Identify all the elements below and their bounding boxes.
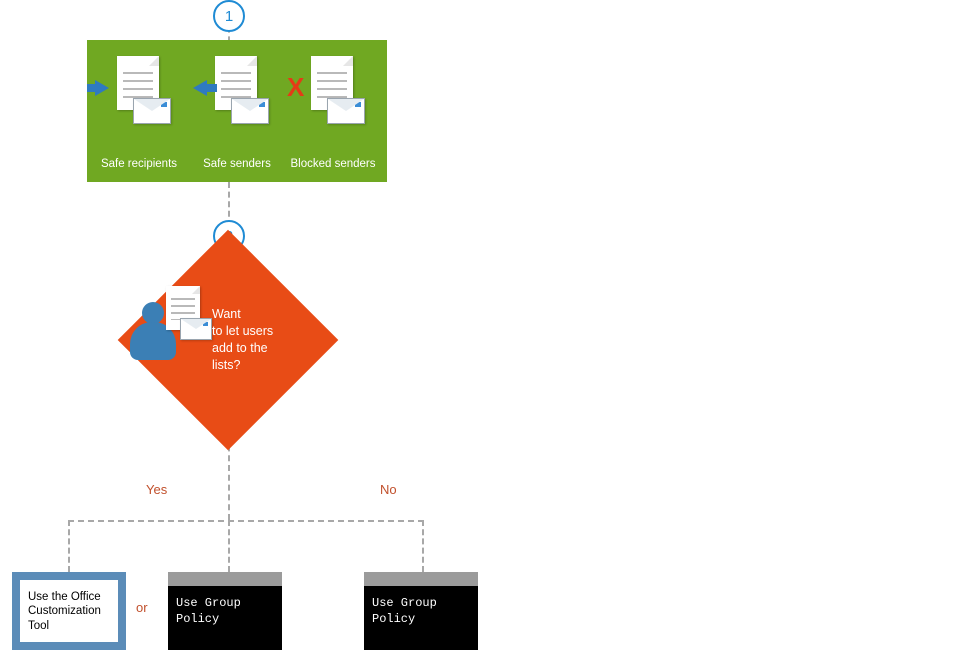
group-policy-node-right: Use Group Policy [364, 572, 478, 650]
step-number: 1 [225, 8, 233, 25]
safe-recipients-label: Safe recipients [91, 158, 187, 170]
group-policy-text: Use Group Policy [168, 586, 282, 650]
blocked-senders-icon: X [285, 50, 379, 146]
connector [422, 520, 424, 572]
or-label: or [136, 600, 148, 615]
lists-panel: Safe recipients Safe senders X Blocked s… [87, 40, 387, 182]
oct-node-text: Use the Office Customization Tool [20, 580, 118, 642]
connector [68, 520, 70, 572]
safe-senders-icon [189, 50, 283, 146]
group-policy-text: Use Group Policy [364, 586, 478, 650]
step-badge-1: 1 [213, 0, 245, 32]
document-envelope-icon [158, 286, 216, 358]
group-policy-node-left: Use Group Policy [168, 572, 282, 650]
connector [68, 520, 424, 522]
x-icon: X [287, 72, 304, 103]
oct-node: Use the Office Customization Tool [12, 572, 126, 650]
branch-yes-label: Yes [146, 482, 167, 497]
blocked-senders-label: Blocked senders [285, 158, 381, 170]
safe-recipients-icon [91, 50, 185, 146]
decision-text: Want to let users add to the lists? [212, 306, 298, 374]
connector [228, 520, 230, 572]
safe-senders-label: Safe senders [189, 158, 285, 170]
flowchart: 1 Safe recipients Safe senders X [0, 0, 960, 661]
branch-no-label: No [380, 482, 397, 497]
